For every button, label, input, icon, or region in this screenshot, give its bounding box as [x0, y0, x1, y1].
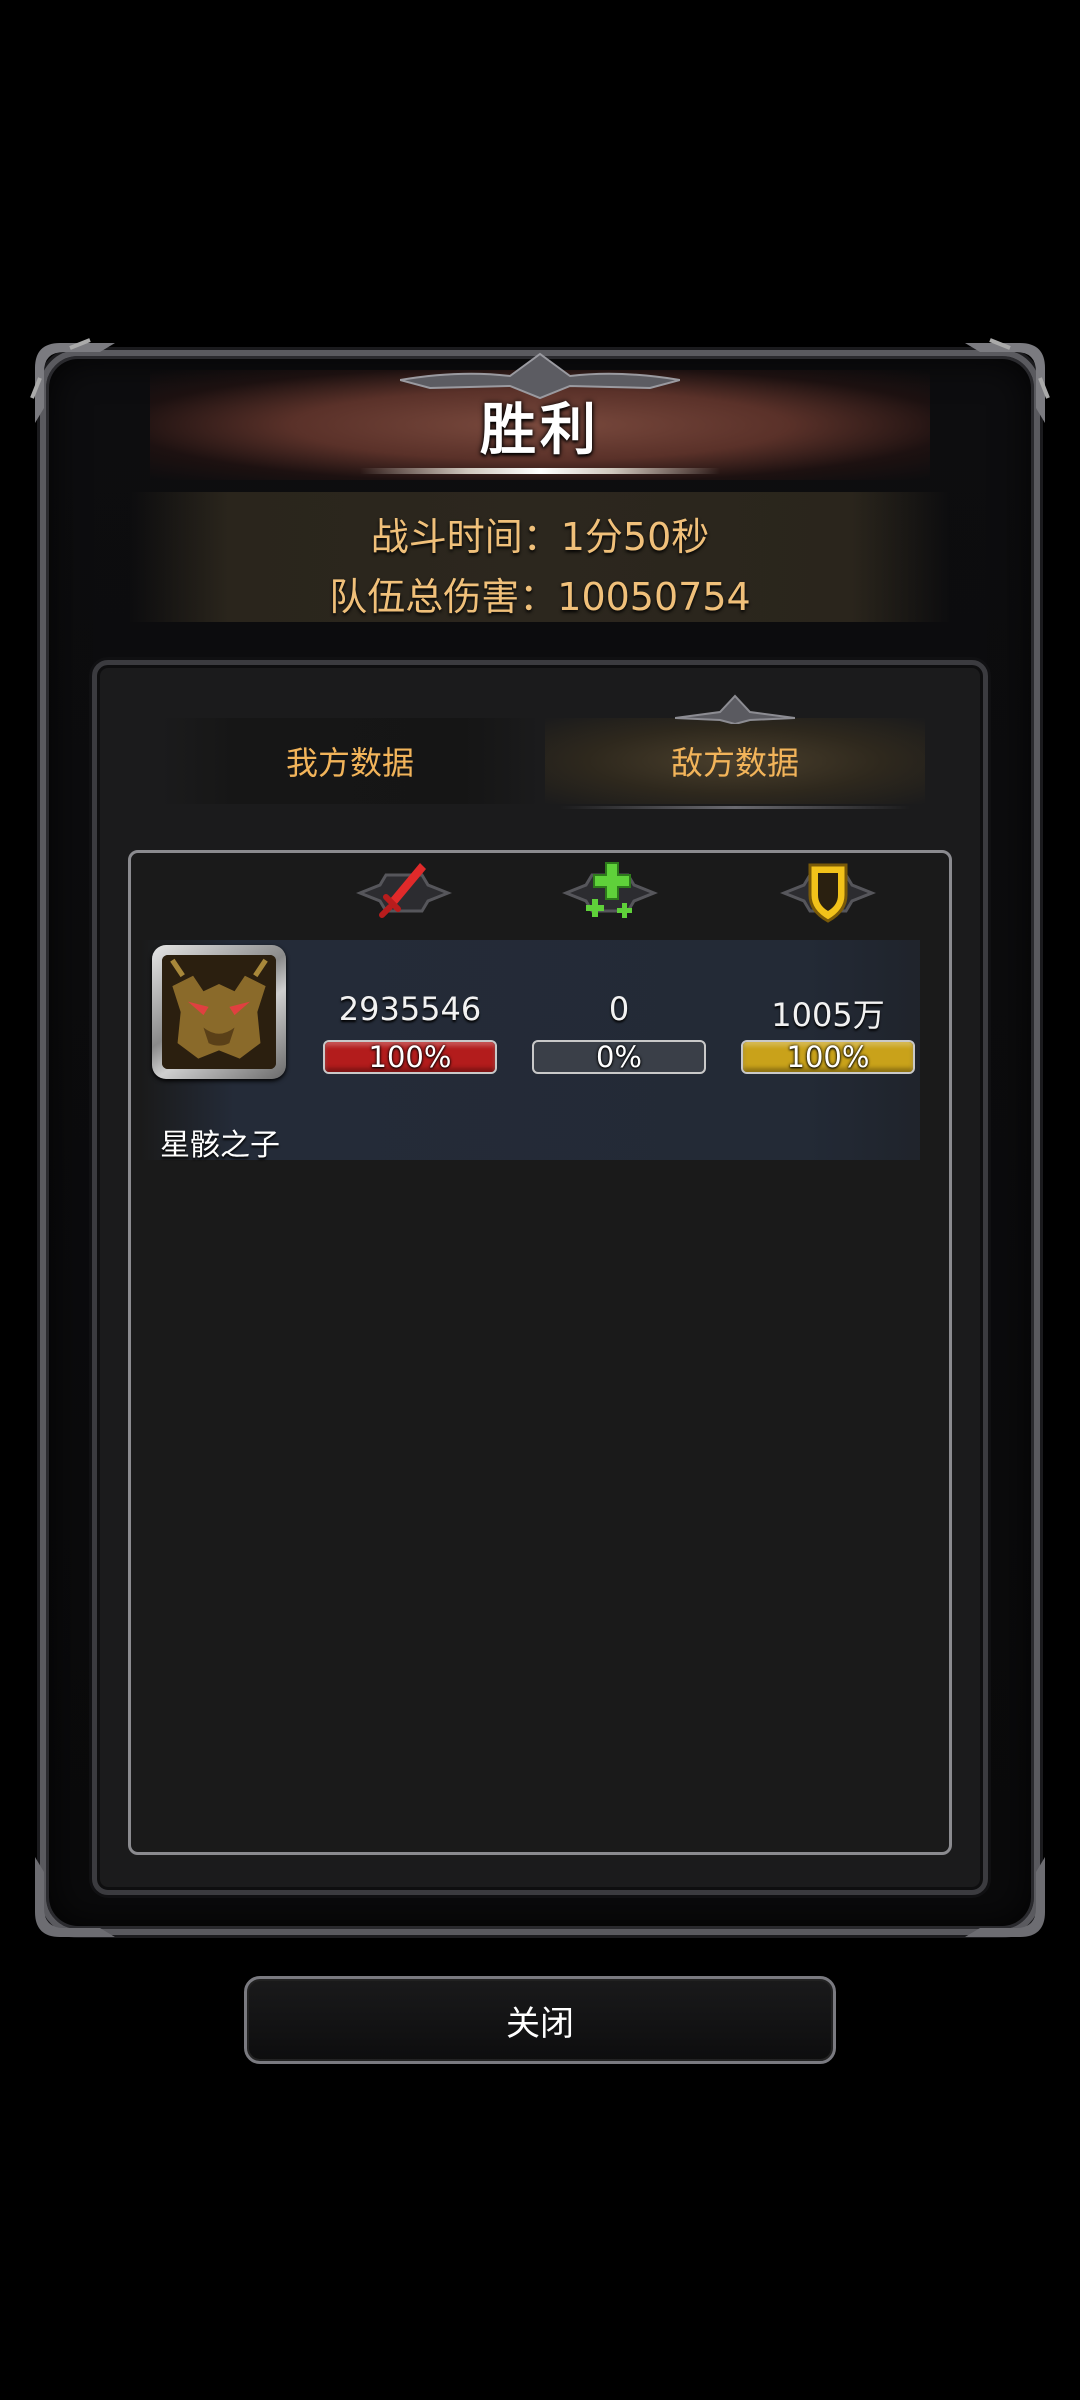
tab-our-data-label: 我方数据	[285, 744, 414, 782]
damage-taken-value: 1005万	[771, 996, 885, 1034]
heal-value: 0	[608, 990, 630, 1028]
unit-avatar[interactable]	[152, 945, 286, 1079]
damage-value: 2935546	[338, 990, 482, 1028]
damage-taken-share-label: 100%	[786, 1040, 870, 1074]
result-title: 胜利	[480, 398, 600, 463]
damage-sword-icon	[355, 855, 453, 931]
dragon-portrait-icon	[162, 955, 276, 1069]
heal-share-bar: 0%	[532, 1040, 706, 1074]
shield-icon	[779, 855, 877, 931]
heal-cross-icon	[561, 855, 659, 931]
tab-enemy-data-label: 敌方数据	[670, 744, 799, 782]
active-tab-crest-icon	[674, 694, 796, 726]
heal-share-label: 0%	[595, 1040, 642, 1074]
battle-time-text: 战斗时间：1分50秒	[370, 515, 710, 559]
active-tab-underline	[560, 806, 910, 809]
close-button[interactable]: 关闭	[244, 1976, 836, 2064]
tab-our-data[interactable]: 我方数据	[160, 718, 540, 804]
tab-enemy-data[interactable]: 敌方数据	[545, 718, 925, 804]
damage-taken-share-bar: 100%	[741, 1040, 915, 1074]
damage-share-label: 100%	[368, 1040, 452, 1074]
close-button-label: 关闭	[506, 2003, 574, 2044]
damage-share-bar: 100%	[323, 1040, 497, 1074]
title-divider	[360, 468, 720, 474]
unit-name: 星骸之子	[160, 1128, 280, 1163]
battle-result-screen: 胜利 战斗时间：1分50秒 队伍总伤害：10050754 我方数据 敌方数据 星…	[0, 0, 1080, 2400]
team-damage-text: 队伍总伤害：10050754	[329, 575, 751, 619]
